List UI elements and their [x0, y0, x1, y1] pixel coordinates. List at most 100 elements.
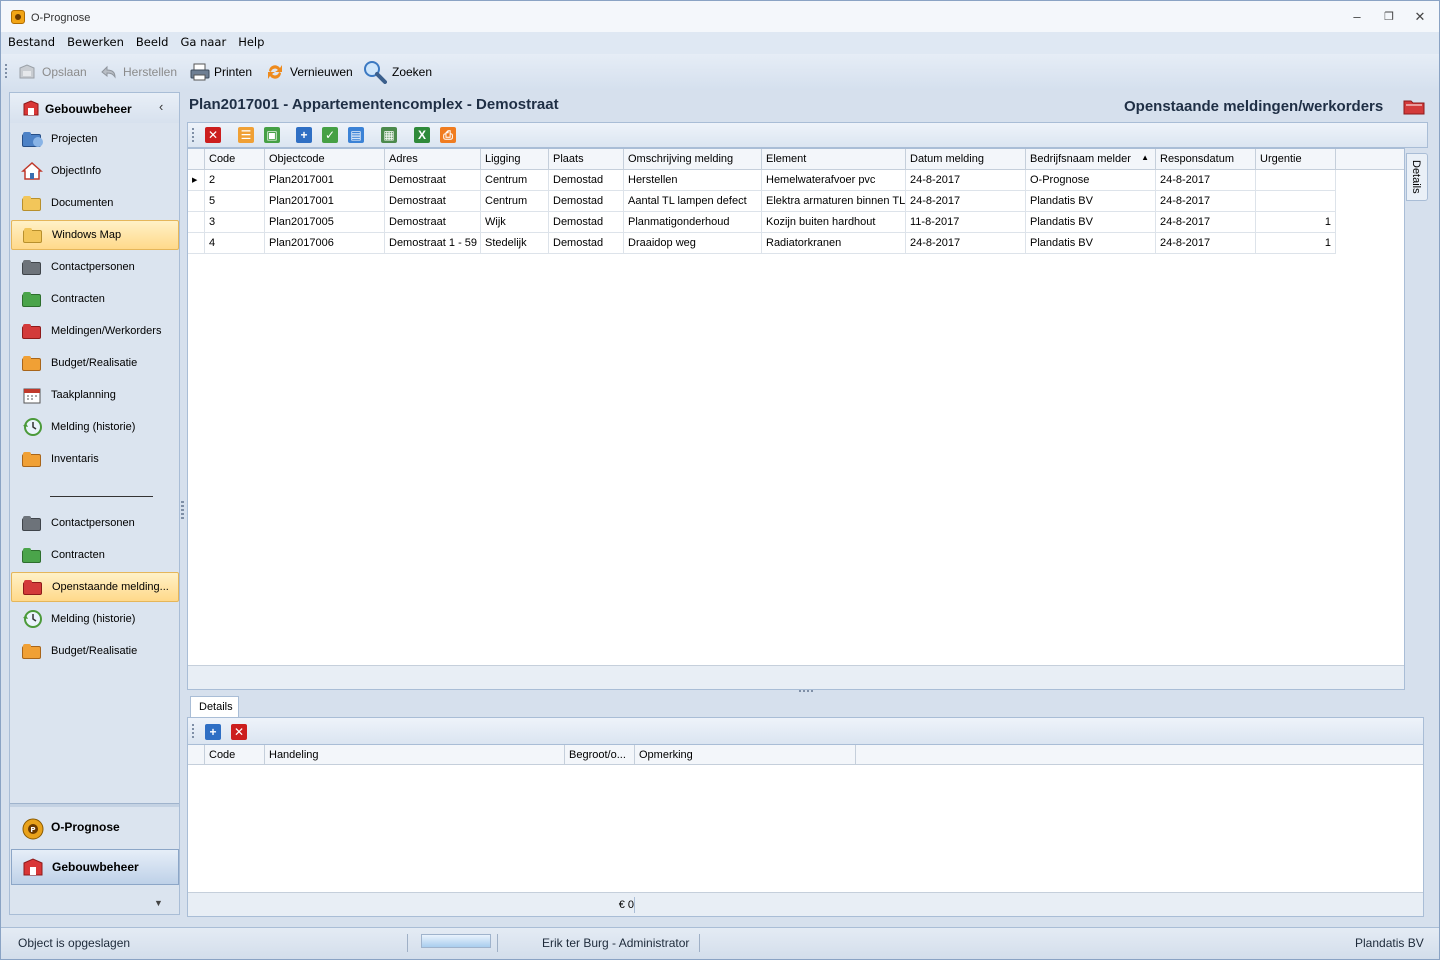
cell-code[interactable]: 5 [205, 191, 265, 212]
cell-bedrijfsnaam[interactable]: Plandatis BV [1026, 212, 1156, 233]
excel-export-icon[interactable]: X [414, 127, 430, 143]
cell-urgentie[interactable]: 1 [1256, 233, 1336, 254]
module-gebouwbeheer[interactable]: Gebouwbeheer [11, 849, 179, 885]
cell-ligging[interactable]: Centrum [481, 191, 549, 212]
column-header-urgentie[interactable]: Urgentie [1256, 149, 1336, 170]
cell-code[interactable]: 2 [205, 170, 265, 191]
approve-icon[interactable]: ✓ [322, 127, 338, 143]
cell-ligging[interactable]: Stedelijk [481, 233, 549, 254]
column-header-code[interactable]: Code [205, 149, 265, 170]
calendar-icon[interactable]: ▦ [381, 127, 397, 143]
menu-help[interactable]: Help [231, 32, 269, 54]
cell-responsdatum[interactable]: 24-8-2017 [1156, 170, 1256, 191]
table-row[interactable]: 3 Plan2017005 Demostraat Wijk Demostad P… [188, 212, 1336, 233]
table-row[interactable]: 4 Plan2017006 Demostraat 1 - 59 Stedelij… [188, 233, 1336, 254]
sidebar-item-projecten[interactable]: Projecten [11, 124, 179, 154]
sidebar-item-melding-historie[interactable]: Melding (historie) [11, 412, 179, 442]
cell-urgentie[interactable] [1256, 170, 1336, 191]
menu-beeld[interactable]: Beeld [129, 32, 174, 54]
column-header-bedrijfsnaam[interactable]: Bedrijfsnaam melder ▲ [1026, 149, 1156, 170]
sidebar-item-contactpersonen[interactable]: Contactpersonen [11, 252, 179, 282]
cell-datum-melding[interactable]: 11-8-2017 [906, 212, 1026, 233]
save-button[interactable]: Opslaan [17, 61, 87, 83]
sidebar-item-documenten[interactable]: Documenten [11, 188, 179, 218]
cell-omschrijving[interactable]: Planmatigonderhoud [624, 212, 762, 233]
column-header-ligging[interactable]: Ligging [481, 149, 549, 170]
print-icon[interactable]: ⎙ [440, 127, 456, 143]
search-button[interactable]: Zoeken [363, 61, 432, 84]
column-header-element[interactable]: Element [762, 149, 906, 170]
column-header-code[interactable]: Code [205, 745, 265, 765]
delete-icon[interactable]: ✕ [205, 127, 221, 143]
menu-bewerken[interactable]: Bewerken [60, 32, 129, 54]
cell-objectcode[interactable]: Plan2017006 [265, 233, 385, 254]
module-o-prognose[interactable]: P O-Prognose [11, 809, 179, 845]
sidebar-item-inventaris[interactable]: Inventaris [11, 444, 179, 474]
close-icon[interactable]: ✕ [1409, 8, 1431, 26]
add-detail-icon[interactable]: + [205, 724, 221, 740]
cell-objectcode[interactable]: Plan2017001 [265, 170, 385, 191]
column-header-omschrijving[interactable]: Omschrijving melding [624, 149, 762, 170]
cell-objectcode[interactable]: Plan2017001 [265, 191, 385, 212]
table-row[interactable]: 5 Plan2017001 Demostraat Centrum Demosta… [188, 191, 1336, 212]
minimize-icon[interactable]: – [1346, 8, 1368, 26]
cell-datum-melding[interactable]: 24-8-2017 [906, 233, 1026, 254]
cell-omschrijving[interactable]: Aantal TL lampen defect [624, 191, 762, 212]
cell-element[interactable]: Elektra armaturen binnen TL [762, 191, 906, 212]
cell-bedrijfsnaam[interactable]: O-Prognose [1026, 170, 1156, 191]
document-icon[interactable]: ▤ [348, 127, 364, 143]
cell-plaats[interactable]: Demostad [549, 233, 624, 254]
print-button[interactable]: Printen [189, 61, 252, 83]
cell-plaats[interactable]: Demostad [549, 212, 624, 233]
sidebar-item-meldingen-werkorders[interactable]: Meldingen/Werkorders [11, 316, 179, 346]
open-record-icon[interactable]: ☰ [238, 127, 254, 143]
cell-urgentie[interactable] [1256, 191, 1336, 212]
cell-responsdatum[interactable]: 24-8-2017 [1156, 233, 1256, 254]
sidebar-splitter[interactable] [181, 501, 184, 521]
cell-objectcode[interactable]: Plan2017005 [265, 212, 385, 233]
cell-adres[interactable]: Demostraat [385, 212, 481, 233]
window-icon[interactable]: ▣ [264, 127, 280, 143]
delete-detail-icon[interactable]: ✕ [231, 724, 247, 740]
column-header-plaats[interactable]: Plaats [549, 149, 624, 170]
cell-datum-melding[interactable]: 24-8-2017 [906, 191, 1026, 212]
details-side-tab[interactable]: Details [1406, 153, 1428, 201]
sidebar-item-budget-realisatie[interactable]: Budget/Realisatie [11, 348, 179, 378]
cell-code[interactable]: 3 [205, 212, 265, 233]
collapse-sidebar-icon[interactable]: ‹ [159, 99, 163, 114]
cell-urgentie[interactable]: 1 [1256, 212, 1336, 233]
refresh-button[interactable]: Vernieuwen [265, 61, 353, 83]
add-icon[interactable]: + [296, 127, 312, 143]
sidebar-item-budget-realisatie-2[interactable]: Budget/Realisatie [11, 636, 179, 666]
cell-code[interactable]: 4 [205, 233, 265, 254]
cell-responsdatum[interactable]: 24-8-2017 [1156, 212, 1256, 233]
cell-omschrijving[interactable]: Draaidop weg [624, 233, 762, 254]
sidebar-item-contracten-2[interactable]: Contracten [11, 540, 179, 570]
configure-buttons-icon[interactable]: ▼ [154, 898, 163, 908]
sidebar-module-splitter[interactable] [10, 803, 179, 807]
cell-plaats[interactable]: Demostad [549, 191, 624, 212]
cell-bedrijfsnaam[interactable]: Plandatis BV [1026, 191, 1156, 212]
column-header-adres[interactable]: Adres [385, 149, 481, 170]
column-header-handeling[interactable]: Handeling [265, 745, 565, 765]
cell-datum-melding[interactable]: 24-8-2017 [906, 170, 1026, 191]
tab-details[interactable]: Details [190, 696, 239, 718]
column-header-datum-melding[interactable]: Datum melding [906, 149, 1026, 170]
cell-element[interactable]: Kozijn buiten hardhout [762, 212, 906, 233]
cell-ligging[interactable]: Centrum [481, 170, 549, 191]
cell-adres[interactable]: Demostraat 1 - 59 [385, 233, 481, 254]
table-row[interactable]: ▶ 2 Plan2017001 Demostraat Centrum Demos… [188, 170, 1336, 191]
cell-responsdatum[interactable]: 24-8-2017 [1156, 191, 1256, 212]
sidebar-item-contracten[interactable]: Contracten [11, 284, 179, 314]
sidebar-item-contactpersonen-2[interactable]: Contactpersonen [11, 508, 179, 538]
menu-bestand[interactable]: Bestand [1, 32, 60, 54]
column-header-begroot[interactable]: Begroot/o... [565, 745, 635, 765]
sidebar-item-openstaande-meldingen[interactable]: Openstaande melding... [11, 572, 179, 602]
sidebar-item-objectinfo[interactable]: ObjectInfo [11, 156, 179, 186]
cell-adres[interactable]: Demostraat [385, 170, 481, 191]
cell-bedrijfsnaam[interactable]: Plandatis BV [1026, 233, 1156, 254]
column-header-objectcode[interactable]: Objectcode [265, 149, 385, 170]
cell-omschrijving[interactable]: Herstellen [624, 170, 762, 191]
sidebar-item-taakplanning[interactable]: Taakplanning [11, 380, 179, 410]
cell-element[interactable]: Hemelwaterafvoer pvc [762, 170, 906, 191]
